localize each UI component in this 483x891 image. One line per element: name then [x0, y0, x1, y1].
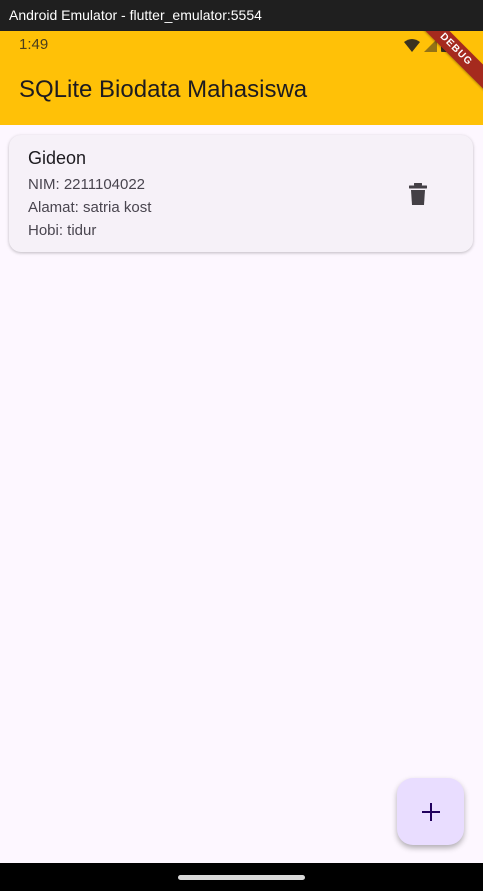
student-name: Gideon: [28, 148, 87, 168]
trash-icon: [409, 183, 427, 205]
emulator-frame: Android Emulator - flutter_emulator:5554…: [0, 0, 483, 891]
status-bar: 1:49: [0, 31, 483, 59]
student-hobi: Hobi: tidur: [28, 222, 97, 239]
student-nim: NIM: 2211104022: [28, 176, 146, 193]
delete-button[interactable]: [402, 178, 434, 210]
window-title: Android Emulator - flutter_emulator:5554: [0, 0, 483, 31]
add-icon: [421, 802, 440, 821]
home-indicator[interactable]: [178, 875, 305, 880]
status-time: 1:49: [19, 36, 49, 53]
wifi-icon: [404, 38, 420, 52]
page-title: SQLite Biodata Mahasiswa: [19, 76, 308, 103]
app-screen: 1:49 SQLite Biodata Mahasiswa DEBUG Gide: [0, 31, 483, 863]
add-student-button[interactable]: [397, 778, 464, 845]
student-list: Gideon NIM: 2211104022 Alamat: satria ko…: [9, 135, 474, 252]
navigation-bar: [0, 863, 483, 891]
student-card[interactable]: Gideon NIM: 2211104022 Alamat: satria ko…: [9, 135, 473, 252]
app-bar: SQLite Biodata Mahasiswa: [0, 59, 483, 125]
student-alamat: Alamat: satria kost: [28, 199, 152, 216]
